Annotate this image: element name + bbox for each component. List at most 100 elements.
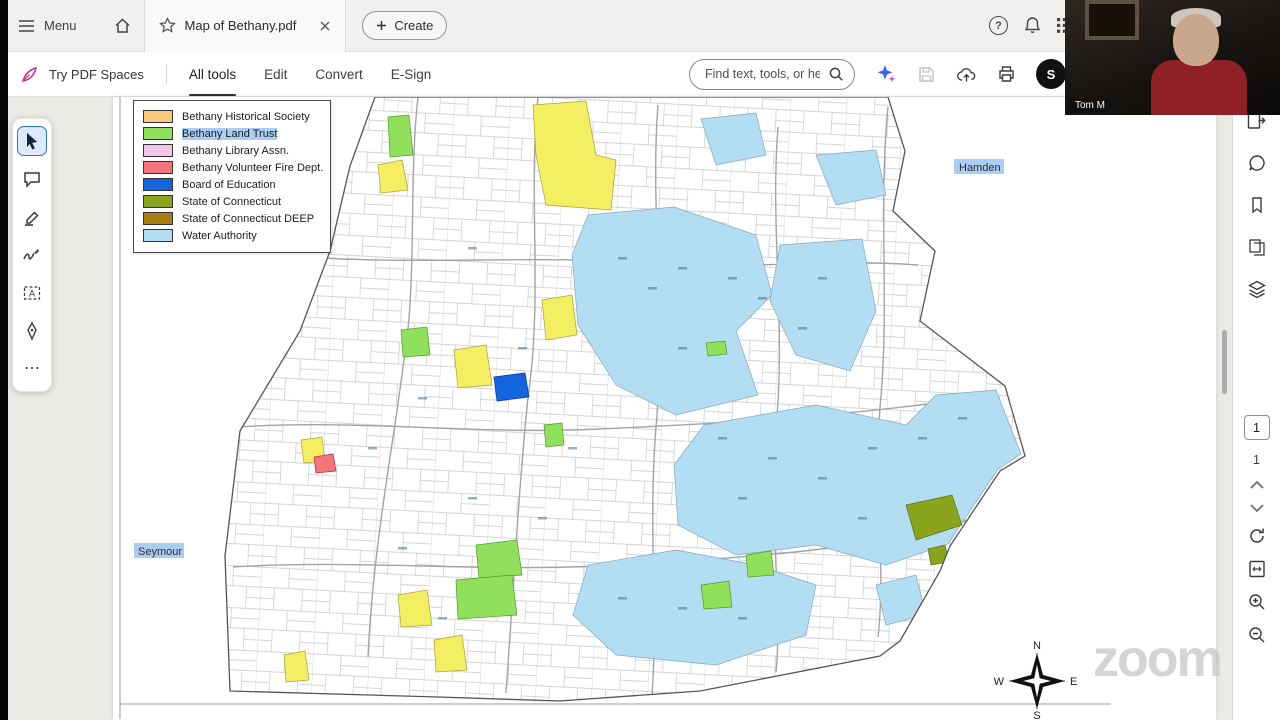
legend-row: Water Authority [143,229,322,242]
save-icon [917,65,936,84]
bookmarks-button[interactable] [1244,193,1270,217]
add-comment-tool[interactable] [18,165,46,193]
tab-convert[interactable]: Convert [315,52,362,96]
legend-row: State of Connecticut DEEP [143,212,322,225]
map-legend: Bethany Historical Society Bethany Land … [133,100,331,253]
account-initial: S [1046,66,1056,82]
zoom-out-button[interactable] [1247,625,1267,645]
legend-swatch [143,127,173,140]
zoom-in-button[interactable] [1247,592,1267,612]
highlight-tool[interactable] [18,203,46,231]
tab-all-tools[interactable]: All tools [188,52,237,96]
create-button[interactable]: Create [362,11,448,40]
legend-swatch [143,110,173,123]
scrollbar-thumb[interactable] [1222,330,1227,394]
tool-tabs: All tools Edit Convert E-Sign [188,52,432,96]
quick-tools-panel: A ⋯ [12,118,52,392]
zoom-watermark: zoom [1093,630,1223,688]
account-avatar[interactable]: S [1036,59,1066,89]
cloud-upload-icon[interactable] [956,65,977,84]
signature-squiggle-icon [22,245,42,265]
tab-e-sign[interactable]: E-Sign [391,52,432,96]
try-pdf-spaces-button[interactable]: Try PDF Spaces [20,64,144,84]
plus-icon [376,20,387,31]
menu-button[interactable]: Menu [18,18,77,33]
try-pdf-spaces-label: Try PDF Spaces [49,66,144,82]
pdf-page: Hamden Seymour N S W E Bethany Historica… [113,97,1216,720]
vertical-scrollbar[interactable] [1222,97,1228,720]
acrobat-window: Menu Map of Bethany.pdf Create ? Try PDF… [0,0,1280,720]
legend-row: Bethany Land Trust [143,127,322,140]
svg-text:A: A [29,289,35,299]
search-input[interactable] [703,66,822,82]
legend-row: Bethany Historical Society [143,110,322,123]
home-icon [113,16,132,35]
text-box-icon: A [22,283,42,303]
legend-swatch [143,178,173,191]
document-tab[interactable]: Map of Bethany.pdf [143,0,347,52]
create-label: Create [394,18,434,33]
compass-rose: N S W E [994,640,1078,720]
add-text-tool[interactable]: A [18,279,46,307]
close-tab-icon[interactable] [319,20,331,32]
participant-face [1173,14,1219,66]
current-page-input[interactable]: 1 [1243,415,1270,440]
svg-text:S: S [1033,710,1040,720]
favorite-star-icon[interactable] [158,17,176,34]
rotate-page-button[interactable] [1247,526,1267,546]
search-box[interactable] [689,58,855,90]
comment-bubble-icon [22,169,42,189]
select-cursor-icon [22,131,42,151]
divider [165,64,167,84]
svg-text:E: E [1070,676,1077,688]
legend-swatch [143,161,173,174]
help-icon[interactable]: ? [989,16,1008,35]
page-thumbnails-button[interactable] [1244,235,1270,259]
svg-text:Seymour: Seymour [138,546,182,558]
picture-frame [1085,0,1139,40]
legend-swatch [143,229,173,242]
draw-signature-tool[interactable] [18,241,46,269]
svg-text:W: W [994,676,1005,688]
right-tools-rail: 1 1 [1232,97,1280,720]
ai-assistant-icon[interactable] [875,63,897,85]
more-tools-button[interactable]: ⋯ [18,355,46,383]
previous-page-button[interactable] [1249,480,1265,490]
legend-row: Board of Education [143,178,322,191]
print-icon[interactable] [997,65,1016,83]
seymour-label: Seymour [134,543,184,558]
svg-text:N: N [1033,640,1041,652]
document-title: Map of Bethany.pdf [184,18,297,33]
participant-name-tag: Tom M [1069,99,1111,113]
participant-shirt [1151,60,1247,115]
legend-row: Bethany Library Assn. [143,144,322,157]
menu-label: Menu [44,18,77,33]
home-button[interactable] [113,16,132,35]
fit-page-button[interactable] [1247,559,1267,579]
legend-swatch [143,195,173,208]
pdf-spaces-quill-icon [20,64,40,84]
legend-row: State of Connecticut [143,195,322,208]
toolbar-right-actions: S [689,58,1066,90]
legend-swatch [143,212,173,225]
fire-dept-parcel [313,453,337,474]
comments-button[interactable] [1244,151,1270,175]
layers-button[interactable] [1244,277,1270,301]
document-area: Hamden Seymour N S W E Bethany Historica… [0,97,1280,720]
tab-edit[interactable]: Edit [264,52,287,96]
legend-swatch [143,144,173,157]
fill-and-sign-tool[interactable] [18,317,46,345]
pen-nib-icon [22,321,42,341]
legend-row: Bethany Volunteer Fire Dept. [143,161,323,174]
total-pages-label: 1 [1253,453,1260,467]
svg-text:Hamden: Hamden [959,162,1001,174]
page-navigation: 1 1 [1233,415,1280,645]
next-page-button[interactable] [1249,503,1265,513]
search-icon [828,66,844,82]
notifications-bell-icon[interactable] [1023,16,1042,35]
webcam-video: Tom M [1065,0,1280,115]
right-rail-icons [1233,109,1280,301]
topbar-right-actions: ? [989,16,1072,35]
highlighter-icon [22,207,42,227]
select-tool[interactable] [17,126,47,156]
